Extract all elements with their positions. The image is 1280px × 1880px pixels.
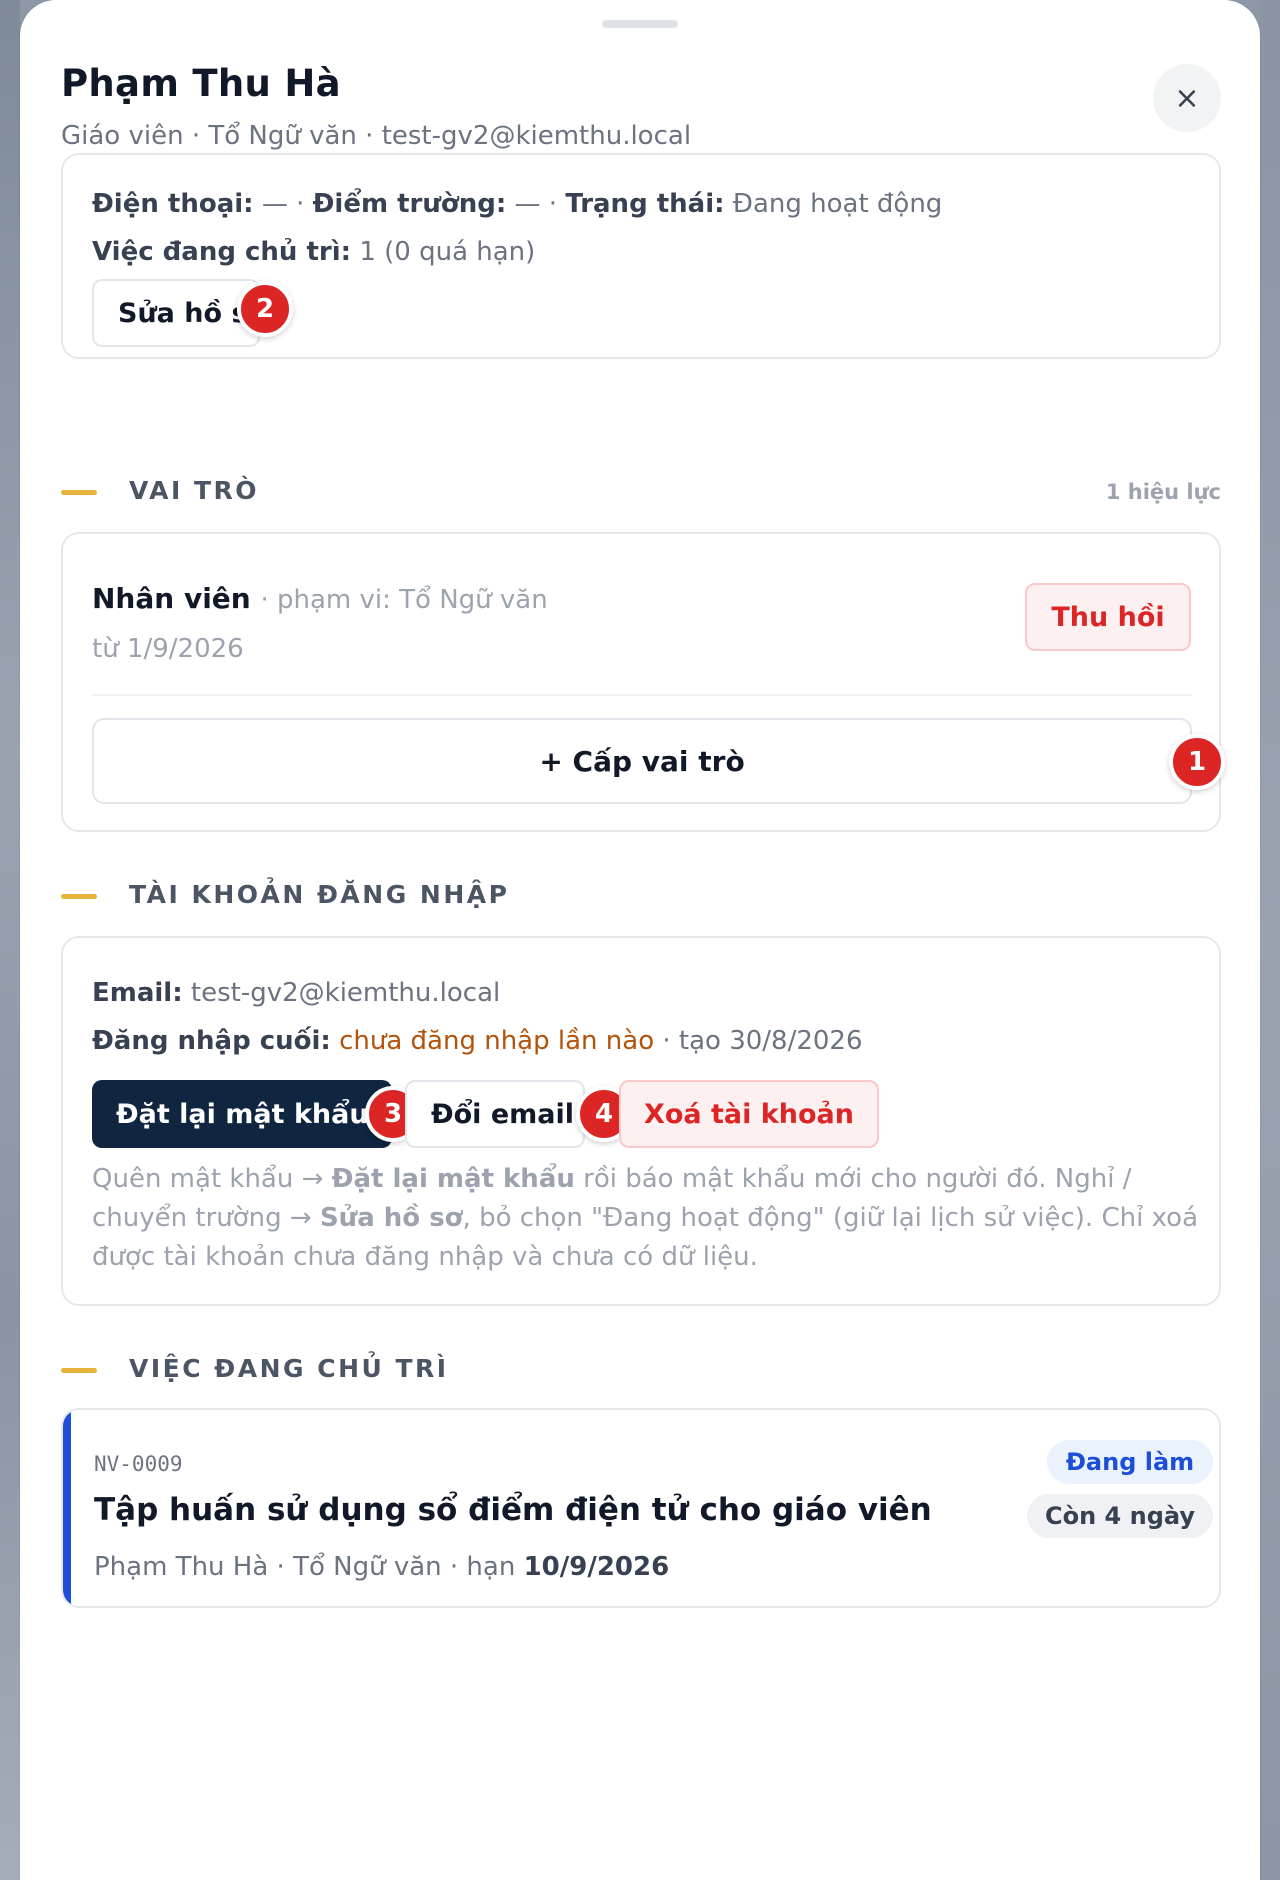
last-login-line: Đăng nhập cuối: chưa đăng nhập lần nào ·…	[92, 1026, 863, 1056]
reset-password-label: Đặt lại mật khẩu	[116, 1098, 369, 1130]
task-due-date: 10/9/2026	[523, 1552, 670, 1582]
section-accent-bar	[61, 894, 97, 899]
reset-password-button[interactable]: Đặt lại mật khẩu	[92, 1080, 392, 1148]
backdrop-left	[0, 0, 20, 1880]
close-button[interactable]: ×	[1153, 64, 1221, 132]
last-login-label: Đăng nhập cuối:	[92, 1026, 331, 1056]
task-code: NV-0009	[94, 1452, 183, 1476]
phone-value: —	[261, 189, 288, 219]
created-date: · tạo 30/8/2026	[662, 1026, 863, 1056]
annotation-badge-2: 2	[237, 281, 293, 337]
task-card[interactable]: NV-0009 Tập huấn sử dụng sổ điểm điện tử…	[61, 1408, 1221, 1608]
separator: ·	[296, 189, 305, 219]
close-icon: ×	[1174, 80, 1200, 116]
role-since: từ 1/9/2026	[92, 634, 244, 664]
section-accent-bar	[61, 490, 97, 495]
page-subtitle: Giáo viên · Tổ Ngữ văn · test-gv2@kiemth…	[61, 121, 692, 151]
profile-card: Điện thoại: — · Điểm trường: — · Trạng t…	[61, 153, 1221, 359]
school-label: Điểm trường:	[312, 189, 507, 219]
divider	[92, 694, 1192, 696]
last-login-value: chưa đăng nhập lần nào	[339, 1026, 655, 1056]
tasks-value: 1 (0 quá hạn)	[359, 237, 536, 267]
task-remaining-badge: Còn 4 ngày	[1027, 1494, 1213, 1538]
user-detail-sheet: Phạm Thu Hà Giáo viên · Tổ Ngữ văn · tes…	[20, 0, 1260, 1880]
task-meta-text: Phạm Thu Hà · Tổ Ngữ văn · hạn	[94, 1552, 524, 1582]
edit-profile-button[interactable]: Sửa hồ sơ	[92, 279, 260, 347]
tasks-section-header: VIỆC ĐANG CHỦ TRÌ	[61, 1350, 1221, 1390]
account-card: Email: test-gv2@kiemthu.local Đăng nhập …	[61, 936, 1221, 1306]
drag-handle[interactable]	[602, 20, 678, 28]
section-accent-bar	[61, 1368, 97, 1373]
account-section-title: TÀI KHOẢN ĐĂNG NHẬP	[129, 880, 510, 909]
annotation-badge-1: 1	[1169, 734, 1225, 790]
hint-part: Quên mật khẩu →	[92, 1164, 332, 1194]
change-email-button[interactable]: Đổi email	[405, 1080, 585, 1148]
roles-section-title: VAI TRÒ	[129, 476, 260, 505]
school-value: —	[514, 189, 541, 219]
phone-label: Điện thoại:	[92, 189, 254, 219]
tasks-label: Việc đang chủ trì:	[92, 237, 352, 267]
account-section-header: TÀI KHOẢN ĐĂNG NHẬP	[61, 876, 1221, 916]
task-status-badge: Đang làm	[1047, 1440, 1213, 1484]
account-help-text: Quên mật khẩu → Đặt lại mật khẩu rồi báo…	[92, 1160, 1202, 1277]
task-title: Tập huấn sử dụng sổ điểm điện tử cho giá…	[94, 1492, 932, 1528]
separator: ·	[548, 189, 558, 219]
task-meta: Phạm Thu Hà · Tổ Ngữ văn · hạn 10/9/2026	[94, 1552, 669, 1582]
role-item: Nhân viên · phạm vi: Tổ Ngữ văn	[92, 582, 548, 615]
roles-section-header: VAI TRÒ 1 hiệu lực	[61, 472, 1221, 512]
profile-info-line-2: Việc đang chủ trì: 1 (0 quá hạn)	[92, 237, 535, 267]
roles-card: Nhân viên · phạm vi: Tổ Ngữ văn từ 1/9/2…	[61, 532, 1225, 832]
tasks-section-title: VIỆC ĐANG CHỦ TRÌ	[129, 1354, 449, 1383]
email-label: Email:	[92, 978, 183, 1008]
task-accent-bar	[63, 1410, 71, 1606]
status-value: Đang hoạt động	[732, 189, 943, 219]
grant-role-button[interactable]: + Cấp vai trò	[92, 718, 1192, 804]
change-email-label: Đổi email	[431, 1098, 575, 1130]
delete-account-button[interactable]: Xoá tài khoản	[619, 1080, 879, 1148]
role-name: Nhân viên	[92, 582, 251, 615]
hint-reset-emphasis: Đặt lại mật khẩu	[331, 1164, 575, 1194]
roles-active-count: 1 hiệu lực	[1105, 480, 1221, 504]
role-scope: · phạm vi: Tổ Ngữ văn	[260, 585, 548, 615]
email-value: test-gv2@kiemthu.local	[190, 978, 501, 1008]
backdrop-right	[1260, 0, 1280, 1880]
hint-edit-emphasis: Sửa hồ sơ	[319, 1203, 463, 1233]
page-title: Phạm Thu Hà	[61, 62, 341, 105]
revoke-role-button[interactable]: Thu hồi	[1025, 583, 1191, 651]
email-line: Email: test-gv2@kiemthu.local	[92, 978, 500, 1008]
status-label: Trạng thái:	[565, 189, 725, 219]
profile-info-line-1: Điện thoại: — · Điểm trường: — · Trạng t…	[92, 189, 942, 219]
